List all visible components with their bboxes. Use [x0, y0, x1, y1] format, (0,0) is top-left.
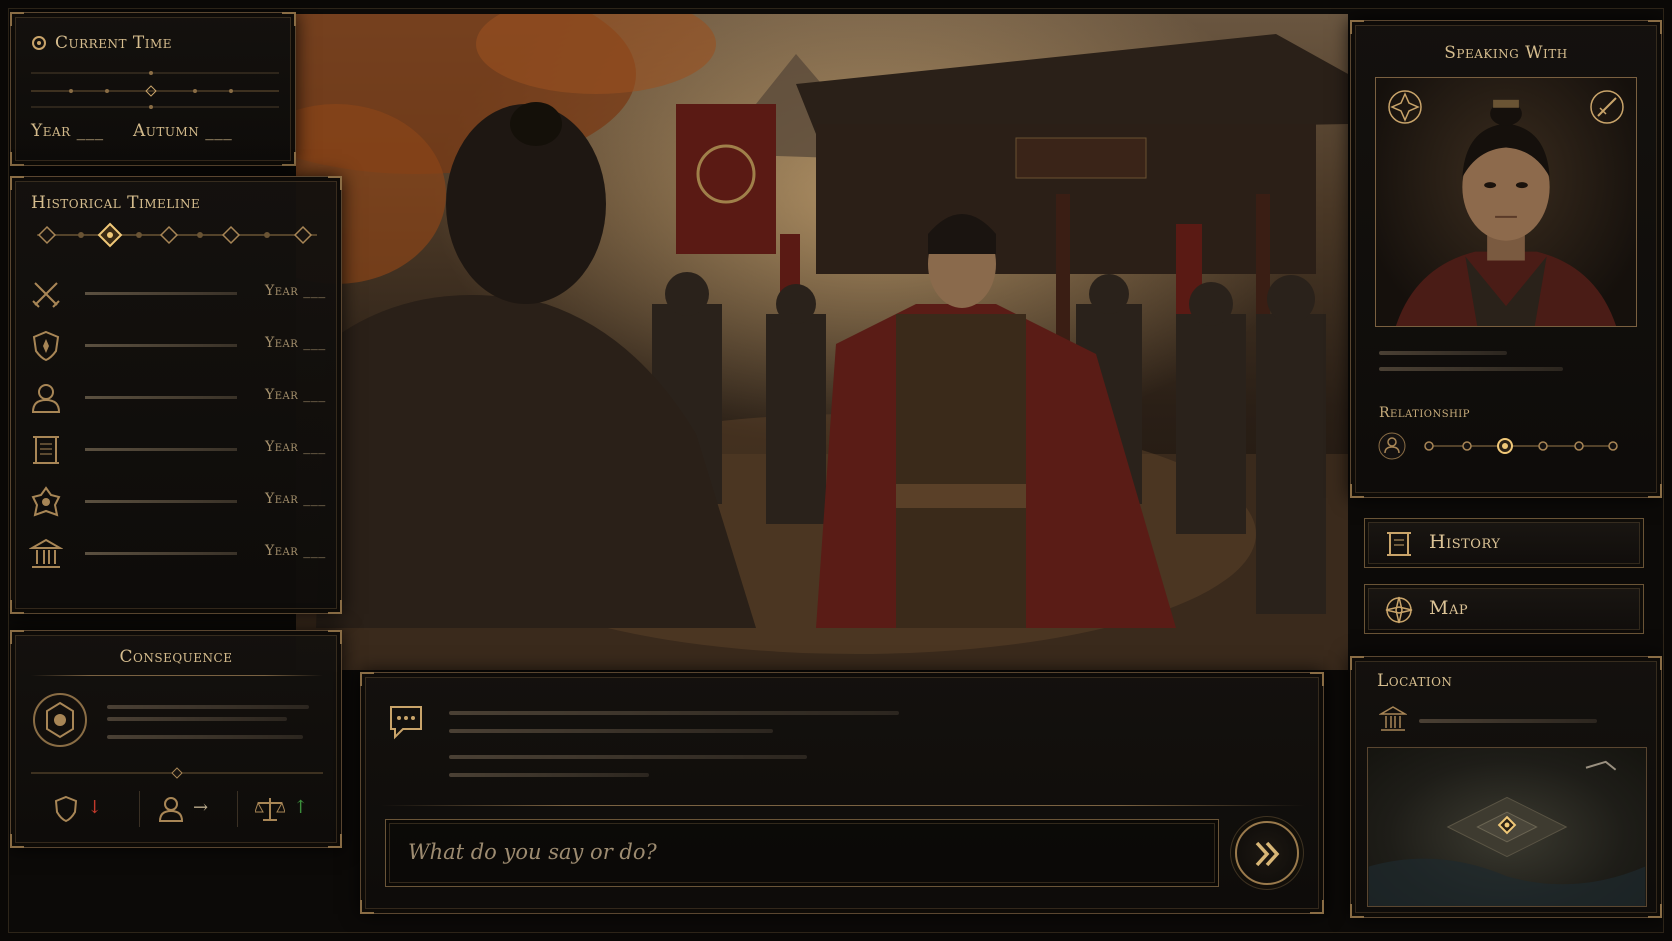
- relationship-meter: [1378, 432, 1618, 460]
- minimap-art: [1368, 760, 1646, 906]
- consequence-effect: →: [157, 795, 217, 825]
- trend-down-arrow: ↓: [87, 797, 103, 818]
- timeline-event[interactable]: Year ___: [29, 377, 329, 417]
- compass-icon: [1385, 596, 1413, 624]
- event-year: Year ___: [265, 543, 326, 559]
- history-button[interactable]: History: [1364, 518, 1644, 568]
- consequence-panel: Consequence ↓ → ↑: [10, 630, 342, 848]
- double-chevron-right-icon: [1255, 841, 1280, 867]
- temple-icon: [1379, 706, 1407, 731]
- timeline-node[interactable]: [293, 225, 313, 245]
- timeline-title: Historical Timeline: [31, 193, 201, 213]
- location-panel: Location: [1350, 656, 1662, 918]
- location-title: Location: [1377, 671, 1453, 691]
- shield-icon: [32, 330, 60, 362]
- event-year: Year ___: [265, 439, 326, 455]
- action-input-placeholder: What do you say or do?: [408, 840, 657, 864]
- book-icon: [1387, 532, 1411, 556]
- faction-emblem-icon: [1388, 90, 1422, 124]
- dialogue-panel: What do you say or do?: [360, 672, 1324, 914]
- temple-icon: [29, 538, 63, 568]
- emblem-icon: [31, 486, 61, 517]
- gear-icon: [32, 36, 46, 50]
- scene-art: [296, 14, 1348, 670]
- season-label: Autumn ___: [133, 121, 233, 141]
- weapon-emblem-icon: [1590, 90, 1624, 124]
- timeline-node[interactable]: [37, 225, 57, 245]
- time-ornament: [31, 71, 279, 109]
- speaking-with-title: Speaking With: [1444, 43, 1568, 63]
- timeline-event[interactable]: Year ___: [29, 273, 329, 313]
- trend-neutral-arrow: →: [193, 797, 209, 818]
- timeline-event[interactable]: Year ___: [29, 325, 329, 365]
- current-time-panel: Current Time Year ___ Autumn ___: [10, 12, 296, 166]
- character-portrait[interactable]: [1375, 77, 1637, 327]
- consequence-title: Consequence: [119, 647, 233, 667]
- event-year: Year ___: [265, 335, 326, 351]
- timeline-event[interactable]: Year ___: [29, 533, 329, 573]
- timeline-event[interactable]: Year ___: [29, 429, 329, 469]
- scales-icon: [255, 798, 285, 821]
- historical-timeline-panel: Historical Timeline Year ___ Year ___ Ye…: [10, 176, 342, 614]
- year-label: Year ___: [31, 121, 104, 141]
- scroll-icon: [33, 436, 59, 464]
- map-label: Map: [1429, 597, 1469, 619]
- timeline-track[interactable]: [31, 221, 323, 249]
- minimap[interactable]: [1367, 747, 1647, 907]
- shield-icon: [54, 795, 78, 823]
- trend-up-arrow: ↑: [293, 797, 309, 818]
- timeline-node[interactable]: [159, 225, 179, 245]
- person-icon: [31, 384, 61, 413]
- scene-illustration: [296, 14, 1348, 670]
- event-year: Year ___: [265, 283, 326, 299]
- send-button[interactable]: [1235, 821, 1299, 885]
- timeline-node[interactable]: [221, 225, 241, 245]
- speech-bubble-icon: [390, 706, 422, 740]
- person-icon: [158, 797, 184, 822]
- crossed-swords-icon: [32, 282, 60, 308]
- history-label: History: [1429, 531, 1501, 553]
- consequence-divider: [31, 767, 323, 779]
- consequence-effect: ↑: [255, 795, 315, 825]
- speaking-with-panel: Speaking With Relationship: [1350, 20, 1662, 498]
- relationship-label: Relationship: [1379, 405, 1470, 421]
- timeline-event[interactable]: Year ___: [29, 481, 329, 521]
- consequence-effect: ↓: [53, 795, 113, 825]
- event-year: Year ___: [265, 387, 326, 403]
- current-time-title: Current Time: [55, 33, 172, 53]
- consequence-emblem-icon: [33, 693, 87, 747]
- event-year: Year ___: [265, 491, 326, 507]
- map-button[interactable]: Map: [1364, 584, 1644, 634]
- action-input[interactable]: What do you say or do?: [385, 819, 1219, 887]
